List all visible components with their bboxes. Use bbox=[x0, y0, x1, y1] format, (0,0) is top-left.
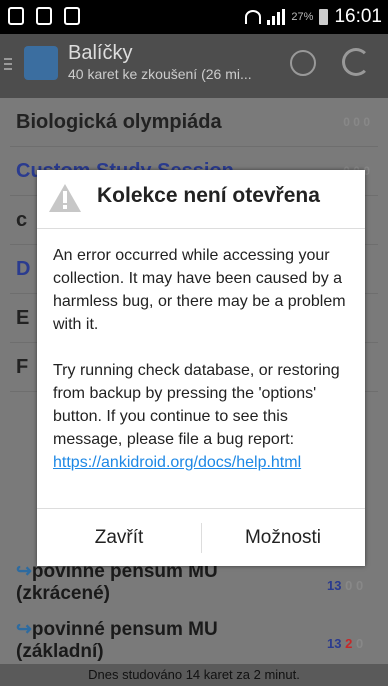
deck-row-pensum-zakladni[interactable]: ↪povinné pensum MU (základní) bbox=[16, 618, 218, 663]
instructions-text: Try running check database, or restoring… bbox=[53, 362, 340, 471]
status-bar: 27% 16:01 bbox=[0, 0, 388, 34]
warning-icon bbox=[49, 184, 81, 212]
app-title: Balíčky bbox=[68, 42, 133, 64]
anki-logo[interactable] bbox=[24, 46, 58, 80]
deck-name-suffix: (zkrácené) bbox=[16, 583, 110, 604]
deck-name: D bbox=[16, 257, 31, 280]
dialog-header: Kolekce není otevřena bbox=[37, 170, 365, 229]
deck-counts: 13 0 0 bbox=[327, 578, 364, 593]
deck-counts: 0 0 0 bbox=[343, 115, 370, 129]
app-bar: Balíčky 40 karet ke zkoušení (26 mi... bbox=[0, 34, 388, 98]
dialog-message: An error occurred while accessing your c… bbox=[53, 244, 353, 474]
subdeck-arrow-icon: ↪ bbox=[16, 619, 32, 640]
deck-name: Biologická olympiáda bbox=[16, 110, 222, 133]
deck-row[interactable]: Biologická olympiáda 0 0 0 bbox=[10, 98, 378, 147]
deck-name: F bbox=[16, 355, 29, 378]
add-icon[interactable] bbox=[290, 50, 316, 76]
image-icon bbox=[36, 7, 52, 25]
bag-icon bbox=[64, 7, 80, 25]
error-text: An error occurred while accessing your c… bbox=[53, 247, 346, 333]
sync-icon[interactable] bbox=[342, 48, 370, 76]
dialog-buttons: Zavřít Možnosti bbox=[37, 508, 365, 567]
close-button[interactable]: Zavřít bbox=[37, 509, 201, 567]
wifi-icon bbox=[245, 10, 262, 24]
dialog-title: Kolekce není otevřena bbox=[97, 184, 320, 207]
deck-name: povinné pensum MU bbox=[31, 619, 218, 640]
options-button[interactable]: Možnosti bbox=[201, 509, 365, 567]
signal-icon bbox=[267, 9, 286, 25]
deck-name: E bbox=[16, 306, 30, 329]
system-indicators: 27% 16:01 bbox=[245, 6, 382, 28]
battery-icon bbox=[319, 9, 329, 25]
deck-name-suffix: (základní) bbox=[16, 641, 104, 662]
app-subtitle: 40 karet ke zkoušení (26 mi... bbox=[68, 66, 252, 82]
battery-level: 27% bbox=[291, 11, 314, 23]
notification-icons bbox=[8, 7, 80, 25]
clock: 16:01 bbox=[334, 6, 382, 27]
deck-counts: 13 2 0 bbox=[327, 636, 364, 651]
help-link[interactable]: https://ankidroid.org/docs/help.html bbox=[53, 454, 301, 471]
drawer-icon[interactable] bbox=[4, 58, 12, 72]
deck-name: c bbox=[16, 208, 28, 231]
error-dialog: Kolekce není otevřena An error occurred … bbox=[37, 170, 365, 566]
study-summary: Dnes studováno 14 karet za 2 minut. bbox=[0, 664, 388, 686]
subdeck-arrow-icon: ↪ bbox=[16, 561, 32, 582]
sim-icon bbox=[8, 7, 24, 25]
